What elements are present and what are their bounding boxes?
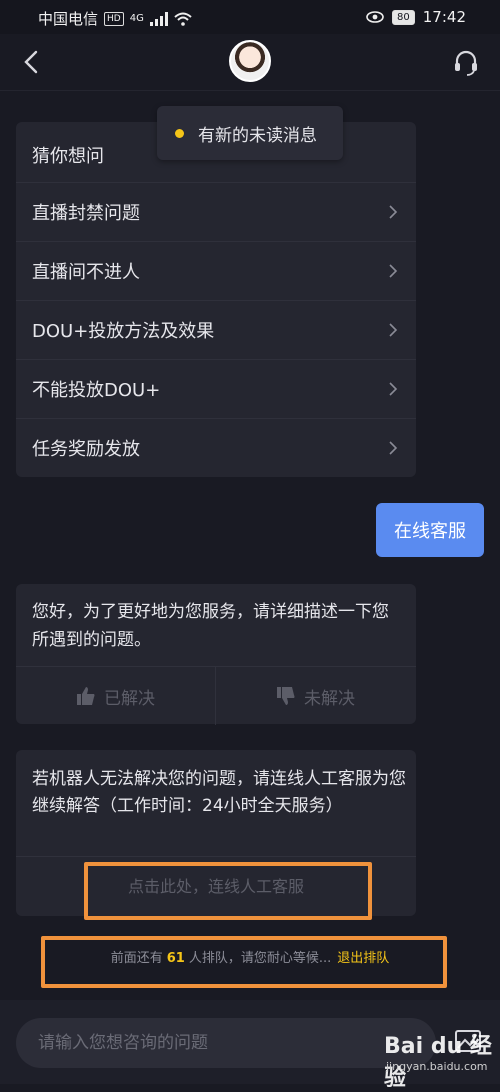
headset-icon[interactable]: [452, 48, 480, 76]
unread-message-toast[interactable]: 有新的未读消息: [157, 106, 343, 160]
hd-badge: HD: [104, 11, 124, 26]
baidu-jingyan-watermark: Bai du 经验 jingyan.baidu.com: [380, 1024, 496, 1091]
feedback-row: 已解决 未解决: [16, 666, 416, 725]
chevron-right-icon: [389, 205, 398, 219]
annotation-box-human-link: [84, 862, 372, 920]
queue-suffix: 人排队，请您耐心等候...: [188, 951, 332, 966]
question-input[interactable]: [16, 1018, 436, 1068]
suggested-questions-title: 猜你想问: [32, 146, 104, 167]
question-label: DOU+投放方法及效果: [32, 321, 215, 342]
chevron-right-icon: [389, 323, 398, 337]
question-item[interactable]: 直播间不进人: [16, 241, 416, 300]
question-item[interactable]: DOU+投放方法及效果: [16, 300, 416, 359]
chat-header: [0, 34, 500, 91]
human-service-text: 若机器人无法解决您的问题，请连线人工客服为您继续解答（工作时间：24小时全天服务…: [32, 769, 406, 816]
exit-queue-link[interactable]: 退出排队: [337, 951, 389, 966]
question-item[interactable]: 任务奖励发放: [16, 418, 416, 477]
chevron-right-icon: [389, 264, 398, 278]
status-bar: 中国电信 HD 4G 80 17:42: [0, 0, 500, 34]
question-label: 任务奖励发放: [32, 439, 140, 460]
user-message-bubble: 在线客服: [376, 503, 484, 557]
queue-status: 前面还有 61 人排队，请您耐心等候... 退出排队: [0, 947, 500, 966]
bot-reply-card: 您好，为了更好地为您服务，请详细描述一下您所遇到的问题。 已解决 未解决: [16, 584, 416, 725]
resolved-label: 已解决: [104, 688, 155, 709]
watermark-url: jingyan.baidu.com: [386, 1060, 488, 1073]
chevron-right-icon: [389, 382, 398, 396]
suggested-questions-card: 猜你想问 直播封禁问题 直播间不进人 DOU+投放方法及效果 不能投放DOU+ …: [16, 122, 416, 477]
queue-prefix: 前面还有: [110, 951, 163, 966]
question-label: 直播封禁问题: [32, 203, 140, 224]
question-label: 不能投放DOU+: [32, 380, 161, 401]
user-message-text: 在线客服: [394, 521, 466, 542]
eye-icon: [366, 11, 384, 23]
chevron-right-icon: [389, 441, 398, 455]
agent-avatar[interactable]: [229, 40, 271, 82]
clock: 17:42: [422, 8, 466, 26]
question-label: 直播间不进人: [32, 262, 140, 283]
back-arrow-icon[interactable]: [18, 48, 46, 76]
wifi-icon: [174, 12, 192, 26]
thumbs-up-icon: [77, 687, 95, 705]
carrier-label: 中国电信: [38, 10, 99, 28]
signal-icon: [149, 11, 168, 26]
thumbs-down-icon: [277, 687, 295, 705]
unresolved-button[interactable]: 未解决: [216, 667, 415, 725]
unresolved-label: 未解决: [304, 688, 355, 709]
resolved-button[interactable]: 已解决: [16, 667, 215, 725]
queue-count: 61: [166, 951, 185, 966]
unread-message-text: 有新的未读消息: [198, 125, 317, 146]
battery-indicator: 80: [392, 9, 415, 25]
question-item[interactable]: 不能投放DOU+: [16, 359, 416, 418]
question-item[interactable]: 直播封禁问题: [16, 182, 416, 241]
network-label: 4G: [129, 13, 144, 24]
bot-reply-text: 您好，为了更好地为您服务，请详细描述一下您所遇到的问题。: [32, 602, 389, 650]
unread-dot-icon: [175, 128, 184, 138]
